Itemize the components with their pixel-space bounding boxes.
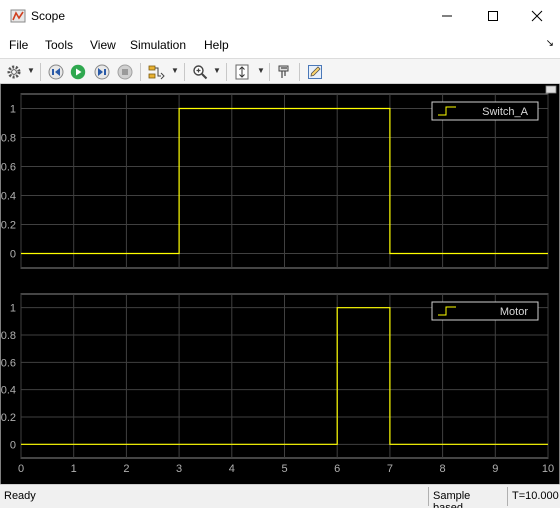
undock-arrow-icon[interactable]: ↘ — [546, 38, 554, 49]
x-tick-label: 7 — [387, 463, 393, 475]
toolbar-separator — [269, 63, 270, 81]
step-back-button[interactable] — [47, 62, 65, 82]
run-button[interactable] — [69, 62, 87, 82]
x-tick-label: 10 — [542, 463, 554, 475]
stop-icon — [117, 64, 133, 80]
y-tick-label: 0 — [10, 439, 16, 451]
restore-layout-icon — [545, 85, 557, 94]
scope-plots: 00.20.40.60.81 Switch_A00.20.40.60.810 1 2 3… — [1, 85, 557, 475]
x-tick-label: 5 — [281, 463, 287, 475]
menu-help[interactable]: Help — [204, 38, 229, 52]
scope-display[interactable]: 0 0.2 0.4 0.6 0.8 1 Switch_A 0 0.2 0.4 0.6 0.8 1 0 1 2 3… — [0, 84, 560, 484]
settings-dropdown-icon[interactable]: ▼ — [27, 66, 35, 75]
menu-file[interactable]: File — [9, 38, 28, 52]
autoscale-axes-icon — [235, 64, 249, 80]
highlight-signal-button[interactable] — [147, 62, 167, 82]
x-tick-label: 3 — [176, 463, 182, 475]
zoom-button[interactable] — [191, 62, 209, 82]
step-forward-icon — [94, 64, 110, 80]
autoscale-button[interactable] — [233, 62, 251, 82]
highlight-dropdown-icon[interactable]: ▼ — [171, 66, 179, 75]
minimize-button[interactable] — [424, 0, 470, 32]
legend-label: Switch_A — [482, 106, 529, 118]
stop-button[interactable] — [116, 62, 134, 82]
x-tick-label: 0 — [18, 463, 24, 475]
toolbar-separator — [140, 63, 141, 81]
simulation-time-indicator: T=10.000 — [507, 487, 560, 506]
x-tick-label: 1 — [71, 463, 77, 475]
y-tick-label: 0.6 — [1, 162, 16, 174]
menu-tools[interactable]: Tools — [45, 38, 73, 52]
zoom-in-icon — [193, 65, 208, 80]
menu-view[interactable]: View — [90, 38, 116, 52]
menu-bar: File Tools View Simulation Help ↘ — [0, 32, 560, 58]
settings-button[interactable] — [5, 62, 23, 82]
window-title: Scope — [31, 9, 66, 23]
y-tick-label: 0.4 — [1, 385, 16, 397]
y-tick-label: 0.8 — [1, 133, 16, 145]
close-icon — [531, 10, 543, 22]
y-tick-label: 0.8 — [1, 330, 16, 342]
x-tick-label: 8 — [440, 463, 446, 475]
toolbar-separator — [184, 63, 185, 81]
sample-mode-indicator: Sample based — [428, 487, 507, 508]
maximize-icon — [488, 11, 498, 21]
y-tick-label: 0 — [10, 249, 16, 261]
x-tick-label: 2 — [123, 463, 129, 475]
highlight-signal-icon — [148, 65, 165, 80]
autoscale-dropdown-icon[interactable]: ▼ — [257, 66, 265, 75]
zoom-dropdown-icon[interactable]: ▼ — [213, 66, 221, 75]
style-icon — [278, 65, 289, 78]
y-tick-label: 0.4 — [1, 191, 16, 203]
status-bar: Ready Sample based T=10.000 — [0, 484, 560, 508]
maximize-button[interactable] — [470, 0, 516, 32]
x-tick-label: 4 — [229, 463, 235, 475]
run-icon — [70, 64, 86, 80]
edit-icon — [308, 65, 322, 79]
y-tick-label: 0.2 — [1, 412, 16, 424]
x-tick-label: 9 — [492, 463, 498, 475]
step-back-icon — [48, 64, 64, 80]
minimize-icon — [442, 15, 452, 17]
toolbar: ▼ ▼ ▼ ▼ — [0, 58, 560, 84]
edit-button[interactable] — [306, 62, 324, 82]
close-button[interactable] — [514, 0, 560, 32]
title-bar: Scope — [0, 0, 560, 32]
status-text: Ready — [4, 490, 36, 502]
y-tick-label: 1 — [10, 303, 16, 315]
y-tick-label: 1 — [10, 104, 16, 116]
style-button[interactable] — [275, 62, 293, 82]
legend-label: Motor — [500, 306, 528, 318]
y-tick-label: 0.6 — [1, 357, 16, 369]
x-tick-label: 6 — [334, 463, 340, 475]
scope-app-icon — [10, 9, 26, 23]
gear-icon — [7, 65, 21, 79]
step-forward-button[interactable] — [93, 62, 111, 82]
toolbar-separator — [299, 63, 300, 81]
y-tick-label: 0.2 — [1, 220, 16, 232]
menu-simulation[interactable]: Simulation — [130, 38, 186, 52]
toolbar-separator — [40, 63, 41, 81]
toolbar-separator — [226, 63, 227, 81]
